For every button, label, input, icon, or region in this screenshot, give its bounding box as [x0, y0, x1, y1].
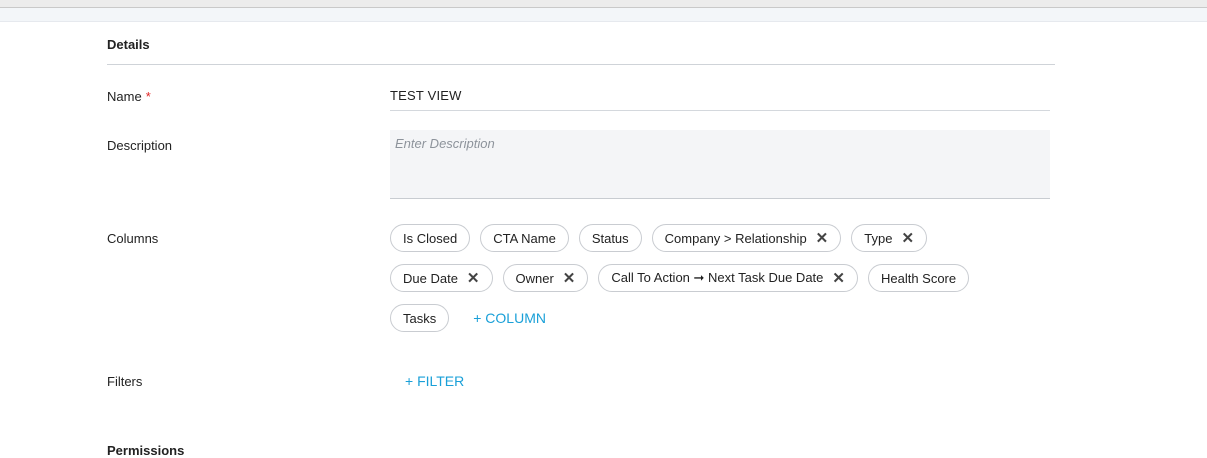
- chip-label: Call To Action ➞ Next Task Due Date: [611, 270, 824, 285]
- remove-chip-icon[interactable]: ✕: [563, 271, 576, 286]
- column-chip-next-task-due-date[interactable]: Call To Action ➞ Next Task Due Date ✕: [598, 264, 858, 292]
- name-input[interactable]: TEST VIEW: [390, 88, 462, 103]
- chip-label: Due Date: [403, 270, 458, 286]
- name-input-underline: [390, 110, 1050, 111]
- columns-label: Columns: [107, 231, 159, 246]
- chip-label: Owner: [515, 270, 554, 286]
- section-title-details: Details: [107, 37, 150, 52]
- column-chip-owner[interactable]: Owner ✕: [502, 264, 589, 292]
- chip-label: Company > Relationship: [664, 230, 807, 246]
- description-input[interactable]: [390, 130, 1050, 198]
- column-chip-cta-name[interactable]: CTA Name: [480, 224, 569, 252]
- remove-chip-icon[interactable]: ✕: [901, 231, 914, 246]
- chip-row: Tasks + COLUMN: [390, 303, 1070, 333]
- filters-label: Filters: [107, 374, 143, 389]
- columns-chip-list: Is Closed CTA Name Status Company > Rela…: [390, 223, 1070, 343]
- name-label-text: Name: [107, 89, 142, 104]
- chip-label: Type: [864, 230, 893, 246]
- column-chip-company-relationship[interactable]: Company > Relationship ✕: [651, 224, 842, 252]
- top-bar: [0, 0, 1207, 8]
- remove-chip-icon[interactable]: ✕: [832, 271, 845, 286]
- column-chip-is-closed[interactable]: Is Closed: [390, 224, 471, 252]
- chip-label: CTA Name: [493, 230, 556, 246]
- chip-label: Status: [591, 230, 629, 246]
- chip-label: Health Score: [880, 270, 957, 286]
- column-chip-status[interactable]: Status: [578, 224, 642, 252]
- column-chip-tasks[interactable]: Tasks: [390, 304, 450, 332]
- required-asterisk: *: [145, 89, 151, 104]
- top-bar-strip: [0, 8, 1207, 22]
- chip-label: Is Closed: [403, 230, 458, 246]
- column-chip-health-score[interactable]: Health Score: [867, 264, 970, 292]
- chip-row: Due Date ✕ Owner ✕ Call To Action ➞ Next T…: [390, 263, 1070, 293]
- section-title-permissions: Permissions: [107, 443, 185, 458]
- chip-row: Is Closed CTA Name Status Company > Rela…: [390, 223, 1070, 253]
- add-filter-button[interactable]: + FILTER: [405, 373, 464, 389]
- name-label: Name *: [107, 89, 151, 104]
- chip-label: Tasks: [403, 310, 437, 326]
- section-divider: [107, 64, 1055, 65]
- description-label: Description: [107, 138, 173, 153]
- remove-chip-icon[interactable]: ✕: [467, 271, 480, 286]
- column-chip-due-date[interactable]: Due Date ✕: [390, 264, 493, 292]
- column-chip-type[interactable]: Type ✕: [851, 224, 928, 252]
- add-column-button[interactable]: + COLUMN: [473, 310, 546, 326]
- description-field: [390, 130, 1050, 199]
- remove-chip-icon[interactable]: ✕: [816, 231, 829, 246]
